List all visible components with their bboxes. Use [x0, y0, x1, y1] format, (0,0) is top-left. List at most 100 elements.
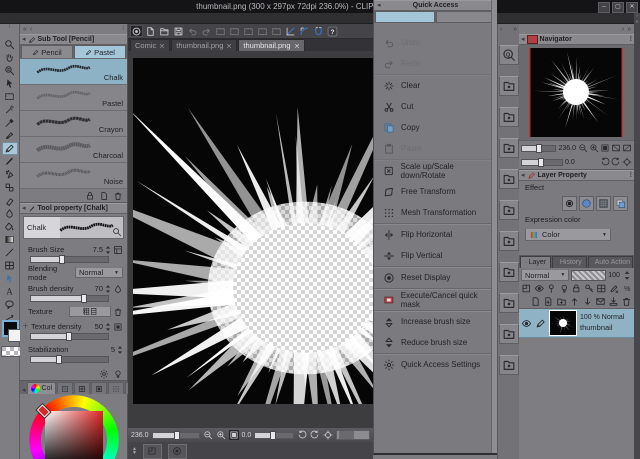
layer-row[interactable]: 100 % Normal thumbnail [519, 309, 634, 338]
dock-handle[interactable]: ⁞ [122, 26, 124, 32]
toolbar-handle[interactable]: ⁞ [0, 24, 19, 38]
lock-icon[interactable] [85, 191, 95, 201]
layer-panel-tab[interactable]: History [552, 256, 587, 268]
zoom-in-icon[interactable] [216, 430, 226, 440]
select-arrow-icon[interactable] [2, 272, 18, 285]
help-icon[interactable]: ? [326, 25, 339, 37]
canvas-viewport[interactable] [128, 51, 373, 428]
brush-list-item[interactable]: Chalk [20, 59, 127, 85]
quick-access-item[interactable]: Redo [374, 53, 497, 75]
color-history-tab[interactable] [91, 382, 107, 394]
mat-folder-icon[interactable] [499, 231, 519, 251]
expand-selection-icon[interactable] [256, 25, 269, 37]
blend-icon[interactable] [2, 207, 18, 220]
panel-menu-icon[interactable]: ⁞ [630, 172, 632, 179]
folder-plus-icon[interactable] [556, 296, 567, 307]
line-icon[interactable] [2, 246, 18, 259]
layer-panel-tab[interactable]: Auto Action [588, 256, 633, 268]
settings-gear-icon[interactable] [99, 369, 109, 379]
page-icon[interactable] [530, 296, 541, 307]
actual-size-icon[interactable] [229, 430, 239, 440]
page-plus-icon[interactable] [543, 296, 554, 307]
collapse-icon[interactable]: ◂ [22, 205, 26, 212]
canvas-zoom-slider[interactable] [152, 432, 200, 439]
canvas-image[interactable] [133, 58, 373, 404]
zoom-out-icon[interactable] [203, 430, 213, 440]
transfer-icon[interactable] [608, 296, 619, 307]
brush-list-item[interactable]: Charcoal [20, 137, 127, 163]
right-edge-strip[interactable]: ›» [634, 13, 640, 459]
stabilization-stepper[interactable] [117, 345, 123, 355]
quick-access-item[interactable]: Mesh Transformation [374, 202, 497, 224]
tool-property-header[interactable]: ◂ Tool property [Chalk] [20, 203, 127, 214]
maximize-button[interactable]: ▢ [612, 2, 624, 13]
fill-icon[interactable] [2, 220, 18, 233]
quick-access-tab[interactable] [436, 11, 496, 23]
layer-blend-dropdown[interactable]: Normal ▼ [521, 269, 569, 281]
close-button[interactable]: ✕ [626, 2, 638, 13]
rot-cw-icon[interactable] [611, 157, 621, 167]
mat-folder-icon[interactable] [499, 107, 519, 127]
crosshair-icon[interactable] [622, 157, 632, 167]
intermediate-color-tab[interactable] [108, 382, 124, 394]
brush-density-slider[interactable] [30, 295, 109, 302]
brush-density-icon[interactable] [113, 284, 123, 294]
sub-tool-tab[interactable]: Pencil [21, 45, 73, 58]
mat-folder-icon[interactable] [499, 76, 519, 96]
quick-access-item[interactable]: Quick Access Settings [374, 354, 497, 375]
flipbox-l-icon[interactable] [611, 143, 621, 153]
text-icon[interactable]: A [2, 285, 18, 298]
q-find-icon[interactable]: Q [499, 45, 519, 65]
expand-dock-icon[interactable]: » [513, 26, 517, 33]
brush-list-item[interactable]: Noise [20, 163, 127, 189]
brush-density-stepper[interactable] [105, 284, 111, 294]
collapse-panel-icon[interactable]: ‹ [30, 26, 32, 33]
navigator-preview[interactable] [519, 45, 634, 141]
snap-special-icon[interactable] [298, 25, 311, 37]
blending-mode-dropdown[interactable]: Normal ▼ [75, 267, 123, 278]
panel-menu-icon[interactable]: ⁞ [630, 36, 632, 43]
operation-icon[interactable] [2, 64, 18, 77]
color-slider-tab[interactable] [74, 382, 90, 394]
brush-size-preset-icon[interactable] [113, 245, 123, 255]
reset-rotation-icon[interactable] [323, 430, 333, 440]
marquee-icon[interactable] [2, 90, 18, 103]
mat-folder-icon[interactable] [499, 262, 519, 282]
show-menu-icon[interactable] [130, 25, 143, 37]
eraser-icon[interactable] [2, 194, 18, 207]
frame-icon[interactable] [2, 259, 18, 272]
color-wheel-tab[interactable]: Col [27, 382, 57, 394]
save-icon[interactable] [172, 25, 185, 37]
eff-color-icon[interactable] [596, 196, 611, 211]
collapse-icon[interactable]: ◂ [22, 36, 26, 43]
rotate-cw-icon[interactable] [310, 430, 320, 440]
expand-plus-icon[interactable]: ＋ [22, 323, 29, 330]
auto-select-icon[interactable] [2, 103, 18, 116]
clear-selection-icon[interactable] [270, 25, 283, 37]
subview-button[interactable] [143, 444, 162, 459]
airbrush-icon[interactable] [2, 168, 18, 181]
texture-density-slider[interactable] [30, 333, 109, 340]
key-icon[interactable] [584, 283, 595, 294]
zoom-icon[interactable] [2, 38, 18, 51]
sub-tool-tab[interactable]: Pastel [74, 45, 126, 58]
snap-grid-icon[interactable] [312, 25, 325, 37]
mat-folder-icon[interactable] [499, 138, 519, 158]
arrow-up-icon[interactable] [569, 296, 580, 307]
brush-size-stepper[interactable] [105, 245, 111, 255]
eyedropper-icon[interactable] [2, 116, 18, 129]
collapse-dock-icon[interactable]: ‹ [500, 26, 502, 33]
minimize-button[interactable]: ─ [598, 2, 610, 13]
rot-ccw-icon[interactable] [600, 157, 610, 167]
clipfold-icon[interactable] [521, 283, 532, 294]
trash-icon[interactable] [113, 191, 123, 201]
redo-icon[interactable] [200, 25, 213, 37]
title-bar[interactable]: thumbnail.png (300 x 297px 72dpi 236.0%)… [0, 0, 640, 13]
quick-access-item[interactable]: Flip Horizontal [374, 224, 497, 245]
collapse-dock-icon[interactable]: « [23, 26, 27, 33]
collapse-icon[interactable]: ◂ [521, 172, 525, 179]
mail-icon[interactable] [595, 296, 606, 307]
collapse-icon[interactable]: ◂ [521, 36, 525, 43]
hint-bulb-icon[interactable] [113, 369, 123, 379]
quick-access-item[interactable]: Cut [374, 96, 497, 117]
